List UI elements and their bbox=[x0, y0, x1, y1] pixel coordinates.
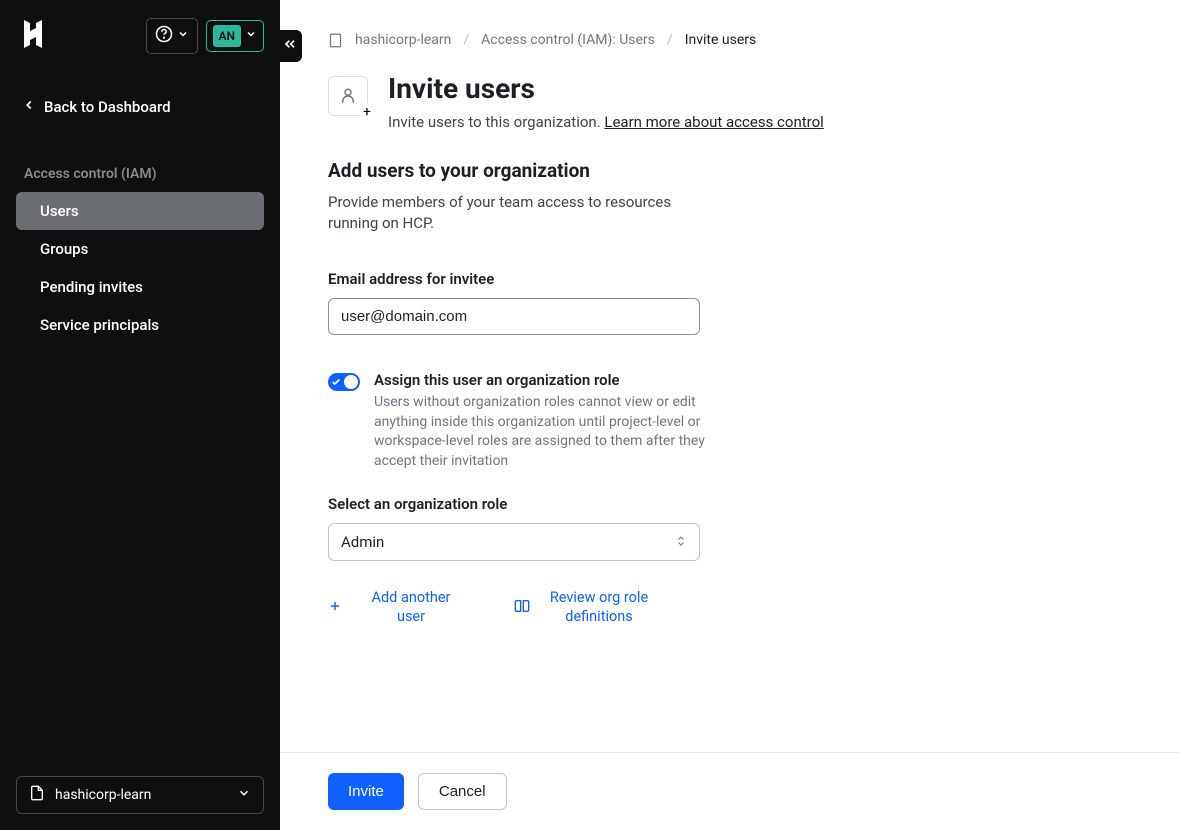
file-icon bbox=[29, 785, 45, 805]
assign-role-toggle[interactable] bbox=[328, 373, 360, 391]
breadcrumb-parent[interactable]: Access control (IAM): Users bbox=[481, 32, 655, 48]
breadcrumb-org[interactable]: hashicorp-learn bbox=[355, 32, 451, 48]
email-label: Email address for invitee bbox=[328, 270, 1132, 288]
sidebar-item-users[interactable]: Users bbox=[16, 192, 264, 230]
cancel-button[interactable]: Cancel bbox=[418, 773, 507, 810]
user-menu[interactable]: AN bbox=[206, 20, 265, 52]
form-section-desc: Provide members of your team access to r… bbox=[328, 192, 708, 234]
hashicorp-logo[interactable] bbox=[16, 16, 52, 56]
book-icon bbox=[514, 598, 530, 618]
chevron-down-icon bbox=[237, 786, 251, 804]
main-content: hashicorp-learn / Access control (IAM): … bbox=[280, 0, 1180, 830]
role-select[interactable]: Admin bbox=[328, 523, 700, 561]
role-label: Select an organization role bbox=[328, 495, 1132, 513]
plus-icon: + bbox=[361, 103, 373, 121]
page-icon: + bbox=[328, 76, 368, 116]
learn-more-link[interactable]: Learn more about access control bbox=[604, 113, 823, 131]
breadcrumb: hashicorp-learn / Access control (IAM): … bbox=[328, 32, 1132, 48]
breadcrumb-current: Invite users bbox=[685, 32, 757, 48]
plus-icon bbox=[328, 599, 342, 617]
chevron-down-icon bbox=[177, 28, 189, 44]
help-icon bbox=[155, 25, 173, 47]
project-selector[interactable]: hashicorp-learn bbox=[16, 776, 264, 814]
sidebar-item-pending-invites[interactable]: Pending invites bbox=[16, 268, 264, 306]
updown-icon bbox=[675, 533, 687, 551]
collapse-sidebar-button[interactable] bbox=[278, 30, 302, 62]
role-select-value: Admin bbox=[341, 533, 384, 551]
sidebar-item-groups[interactable]: Groups bbox=[16, 230, 264, 268]
avatar-initials: AN bbox=[213, 25, 242, 47]
toggle-desc: Users without organization roles cannot … bbox=[374, 393, 714, 471]
add-another-user-button[interactable]: Add another user bbox=[328, 589, 466, 627]
form-section-title: Add users to your organization bbox=[328, 159, 1132, 182]
chevron-down-icon bbox=[245, 28, 257, 44]
page-title: Invite users bbox=[388, 72, 824, 105]
sidebar-section-header: Access control (IAM) bbox=[0, 150, 280, 192]
back-link-label: Back to Dashboard bbox=[44, 98, 171, 116]
review-role-definitions-button[interactable]: Review org role definitions bbox=[514, 589, 654, 627]
page-subtitle: Invite users to this organization. Learn… bbox=[388, 113, 824, 131]
chevron-left-icon bbox=[22, 98, 36, 116]
project-name: hashicorp-learn bbox=[55, 787, 151, 803]
footer-actions: Invite Cancel bbox=[280, 752, 1180, 830]
back-to-dashboard-link[interactable]: Back to Dashboard bbox=[0, 84, 280, 130]
sidebar: AN Back to Dashboard Access control (IAM… bbox=[0, 0, 280, 830]
invite-button[interactable]: Invite bbox=[328, 773, 404, 810]
org-icon bbox=[328, 33, 343, 48]
toggle-label: Assign this user an organization role bbox=[374, 371, 714, 389]
email-field[interactable] bbox=[328, 298, 700, 335]
sidebar-item-service-principals[interactable]: Service principals bbox=[16, 306, 264, 344]
help-menu[interactable] bbox=[146, 18, 198, 54]
